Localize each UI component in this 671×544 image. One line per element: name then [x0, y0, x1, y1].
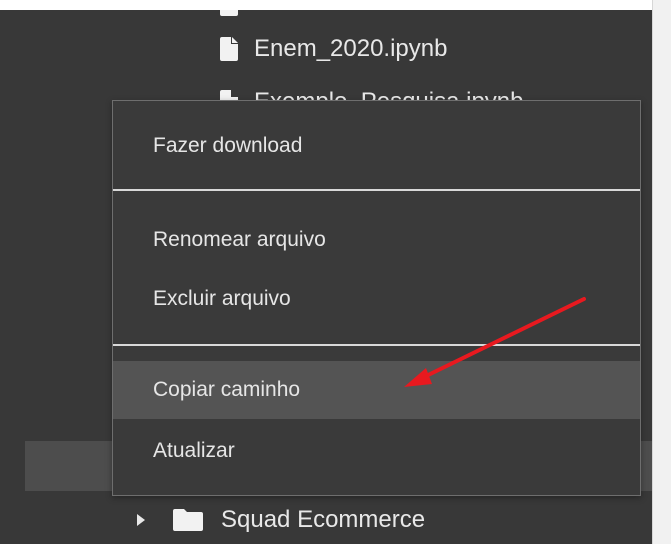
right-panel-edge [652, 0, 671, 544]
file-icon [220, 37, 238, 61]
menu-item-refresh[interactable]: Atualizar [113, 423, 640, 479]
menu-item-label: Fazer download [153, 134, 303, 157]
menu-item-label: Copiar caminho [153, 378, 301, 401]
file-browser-panel: Enem_2020.ipynb Exemplo_Pesquisa.ipynb S… [0, 10, 652, 544]
folder-icon [173, 509, 203, 531]
menu-item-label: Renomear arquivo [153, 228, 326, 251]
menu-item-delete[interactable]: Excluir arquivo [113, 271, 640, 327]
folder-name: Squad Ecommerce [221, 506, 426, 533]
menu-item-label: Atualizar [153, 439, 235, 462]
context-menu: Fazer download Renomear arquivo Excluir … [112, 100, 641, 496]
menu-item-download[interactable]: Fazer download [113, 118, 640, 174]
menu-item-copy-path[interactable]: Copiar caminho [113, 361, 640, 419]
file-name: Enem_2020.ipynb [254, 35, 448, 62]
folder-row[interactable]: Squad Ecommerce [135, 506, 425, 534]
caret-right-icon[interactable] [135, 513, 147, 527]
menu-separator [113, 189, 640, 191]
file-row-hidden[interactable] [220, 10, 254, 16]
menu-item-label: Excluir arquivo [153, 287, 291, 310]
menu-separator [113, 344, 640, 346]
file-icon [220, 10, 238, 16]
menu-item-rename[interactable]: Renomear arquivo [113, 212, 640, 268]
file-row[interactable]: Enem_2020.ipynb [220, 35, 447, 63]
